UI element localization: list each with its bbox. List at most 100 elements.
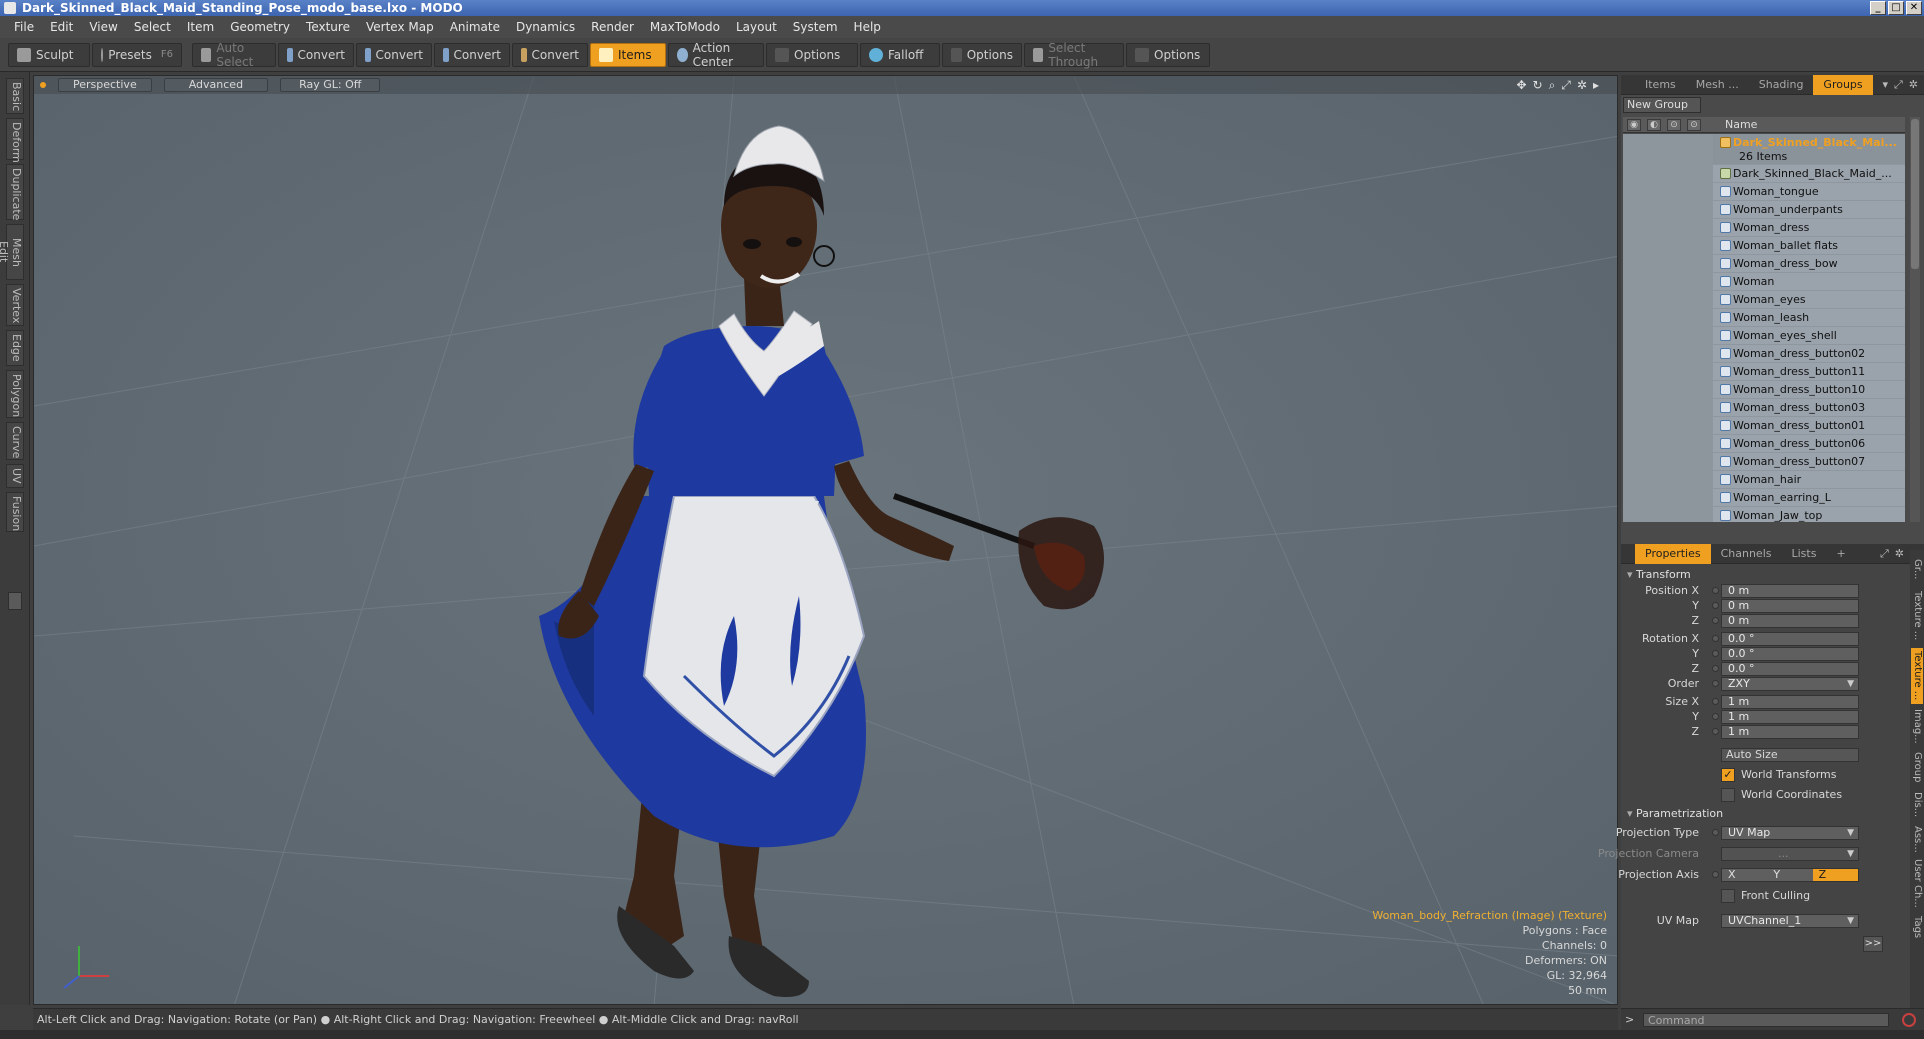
name-column-header[interactable]: Name: [1725, 118, 1757, 131]
scrollbar-thumb[interactable]: [1911, 119, 1919, 269]
axis-z-option[interactable]: Z: [1812, 869, 1858, 881]
world-coordinates-checkbox[interactable]: [1721, 788, 1735, 802]
animate-dot[interactable]: [1712, 665, 1719, 672]
tab-uv[interactable]: UV: [6, 464, 24, 488]
position-x-field[interactable]: 0 m: [1721, 584, 1859, 598]
side-tab-assembly[interactable]: Ass...: [1911, 824, 1923, 854]
list-item[interactable]: Woman_eyes: [1623, 291, 1905, 309]
tab-mesh-edit[interactable]: Mesh Edit: [0, 224, 24, 280]
menu-animate[interactable]: Animate: [442, 16, 508, 38]
side-tab-display[interactable]: Dis...: [1911, 790, 1923, 820]
animate-dot[interactable]: [1712, 829, 1719, 836]
list-item[interactable]: Woman_dress_button06: [1623, 435, 1905, 453]
view-mode-dropdown[interactable]: Perspective: [58, 78, 152, 92]
action-center-options-button[interactable]: Options: [766, 42, 858, 67]
animate-dot[interactable]: [1712, 650, 1719, 657]
tab-channels[interactable]: Channels: [1711, 544, 1782, 564]
select-through-options-button[interactable]: Options: [1126, 42, 1210, 67]
list-item[interactable]: Woman_dress_button10: [1623, 381, 1905, 399]
list-item[interactable]: Woman_dress: [1623, 219, 1905, 237]
tab-duplicate[interactable]: Duplicate: [6, 164, 24, 220]
rotate-icon[interactable]: ↻: [1533, 78, 1543, 93]
side-tab-group[interactable]: Group: [1911, 748, 1923, 786]
axis-x-option[interactable]: X: [1722, 869, 1768, 881]
shading-mode-dropdown[interactable]: Advanced: [163, 78, 269, 92]
menu-vertex-map[interactable]: Vertex Map: [358, 16, 442, 38]
rotation-y-field[interactable]: 0.0 °: [1721, 647, 1859, 661]
convert-materials-button[interactable]: Convert: [512, 42, 588, 67]
viewport-settings-icon[interactable]: ✲: [1577, 78, 1587, 93]
tab-properties[interactable]: Properties: [1635, 543, 1711, 564]
convert-edges-button[interactable]: Convert: [356, 42, 432, 67]
side-tab-user-channels[interactable]: User Ch...: [1911, 858, 1923, 908]
zoom-icon[interactable]: ⌕: [1549, 78, 1556, 93]
command-input[interactable]: [1643, 1013, 1889, 1027]
menu-maxtomodo[interactable]: MaxToModo: [642, 16, 728, 38]
auto-select-button[interactable]: Auto Select: [192, 41, 276, 69]
transform-section-header[interactable]: Transform: [1627, 568, 1691, 581]
tab-basic[interactable]: Basic: [6, 78, 24, 114]
menu-dynamics[interactable]: Dynamics: [508, 16, 583, 38]
menu-render[interactable]: Render: [583, 16, 642, 38]
animate-dot[interactable]: [1712, 698, 1719, 705]
rotation-order-dropdown[interactable]: ZXY ▼: [1721, 677, 1859, 691]
list-item[interactable]: Woman: [1623, 273, 1905, 291]
list-item[interactable]: Woman_hair: [1623, 471, 1905, 489]
group-list-scrollbar[interactable]: [1910, 117, 1920, 522]
close-button[interactable]: ✕: [1906, 1, 1922, 15]
tab-mesh[interactable]: Mesh ...: [1686, 75, 1749, 95]
group-row[interactable]: Dark_Skinned_Black_Mai... 26 Items: [1623, 134, 1905, 165]
menu-view[interactable]: View: [81, 16, 125, 38]
add-tab-button[interactable]: +: [1826, 544, 1855, 564]
rotation-x-field[interactable]: 0.0 °: [1721, 632, 1859, 646]
tab-polygon[interactable]: Polygon: [6, 370, 24, 418]
presets-button[interactable]: Presets F6: [92, 42, 182, 67]
render-column-icon[interactable]: ◐: [1647, 119, 1661, 131]
tab-deform[interactable]: Deform: [6, 118, 24, 163]
tab-curve[interactable]: Curve: [6, 422, 24, 460]
uv-map-dropdown[interactable]: UVChannel_1 ▼: [1721, 914, 1859, 928]
position-y-field[interactable]: 0 m: [1721, 599, 1859, 613]
list-item[interactable]: Woman_underpants: [1623, 201, 1905, 219]
menu-geometry[interactable]: Geometry: [222, 16, 298, 38]
animate-dot[interactable]: [1712, 728, 1719, 735]
front-culling-checkbox[interactable]: [1721, 889, 1735, 903]
tab-fusion[interactable]: Fusion: [6, 492, 24, 532]
maximize-button[interactable]: □: [1888, 1, 1904, 15]
pan-icon[interactable]: ✥: [1516, 78, 1526, 93]
list-item[interactable]: Woman_dress_bow: [1623, 255, 1905, 273]
projection-camera-dropdown[interactable]: ... ▼: [1721, 847, 1859, 861]
panel-settings-icon[interactable]: ✲: [1895, 547, 1904, 561]
convert-vertices-button[interactable]: Convert: [278, 42, 354, 67]
select-column-icon[interactable]: ⊙: [1687, 119, 1701, 131]
menu-item[interactable]: Item: [179, 16, 222, 38]
list-item[interactable]: Woman_tongue: [1623, 183, 1905, 201]
animate-dot[interactable]: [1712, 587, 1719, 594]
viewport-menu-icon[interactable]: ▸: [1593, 78, 1599, 93]
tab-items[interactable]: Items: [1635, 75, 1686, 95]
tab-shading[interactable]: Shading: [1749, 75, 1814, 95]
tabs-menu-icon[interactable]: ▾: [1882, 78, 1888, 92]
list-item[interactable]: Woman_dress_button11: [1623, 363, 1905, 381]
animate-dot[interactable]: [1712, 713, 1719, 720]
falloff-options-button[interactable]: Options: [942, 42, 1022, 67]
expand-panel-icon[interactable]: ⤢: [1894, 78, 1903, 92]
maximize-viewport-icon[interactable]: ⤢: [1561, 78, 1571, 93]
parametrization-section-header[interactable]: Parametrization: [1627, 807, 1723, 820]
position-z-field[interactable]: 0 m: [1721, 614, 1859, 628]
animate-dot[interactable]: [1712, 602, 1719, 609]
animate-dot[interactable]: [1712, 871, 1719, 878]
size-z-field[interactable]: 1 m: [1721, 725, 1859, 739]
list-item[interactable]: Woman_ballet flats: [1623, 237, 1905, 255]
list-item[interactable]: Woman_eyes_shell: [1623, 327, 1905, 345]
tab-vertex[interactable]: Vertex: [6, 284, 24, 326]
tab-groups[interactable]: Groups: [1813, 74, 1873, 95]
side-tab-gr[interactable]: Gr...: [1911, 554, 1923, 584]
auto-size-button[interactable]: Auto Size: [1721, 748, 1859, 762]
record-macro-icon[interactable]: [1902, 1013, 1916, 1027]
size-x-field[interactable]: 1 m: [1721, 695, 1859, 709]
side-tab-texture-2[interactable]: Texture ...: [1911, 648, 1923, 704]
raygl-toggle[interactable]: Ray GL: Off: [280, 78, 381, 92]
visibility-column-icon[interactable]: ◉: [1627, 119, 1641, 131]
world-transforms-checkbox[interactable]: ✓: [1721, 768, 1735, 782]
